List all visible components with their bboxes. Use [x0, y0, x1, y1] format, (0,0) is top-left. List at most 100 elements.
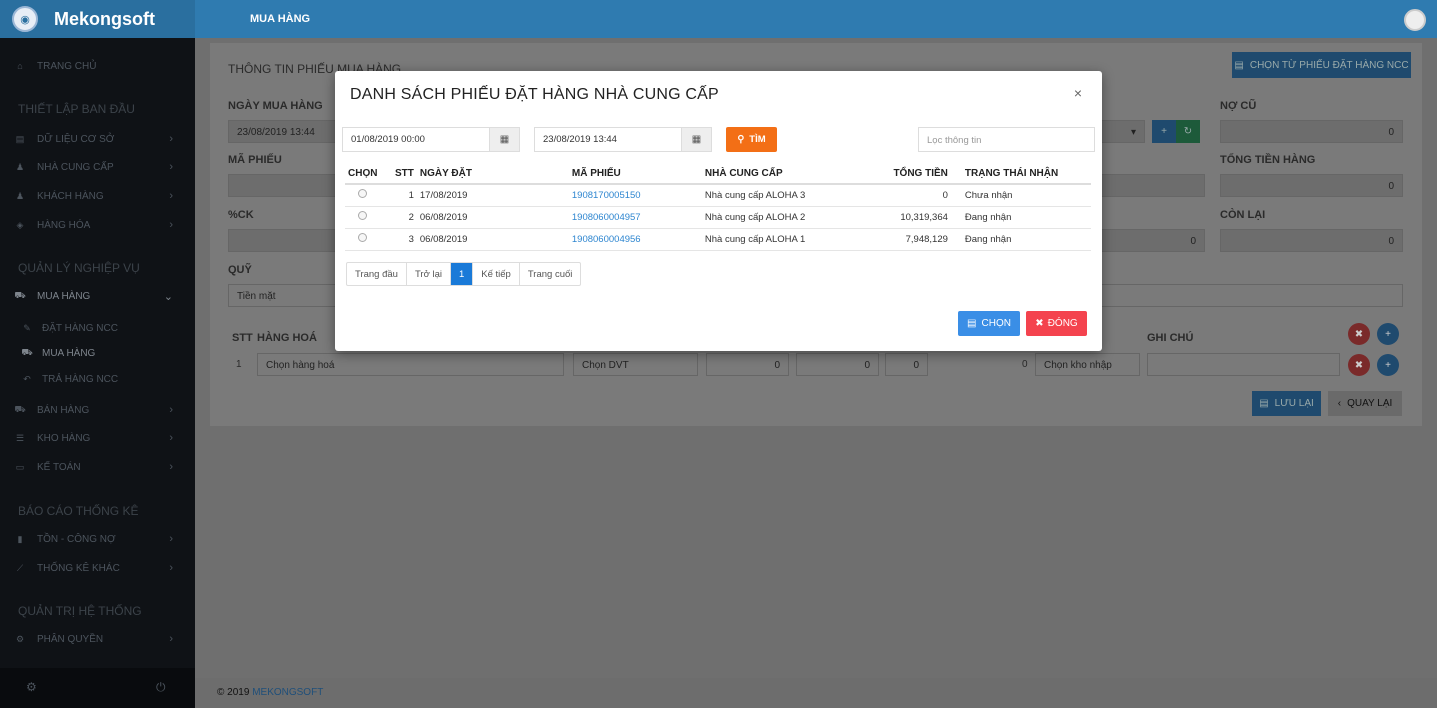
logo-icon: ◉: [12, 6, 38, 32]
ngay-mua-hang-label: NGÀY MUA HÀNG: [228, 100, 323, 112]
row-nha-cung-cap: Nhà cung cấp ALOHA 2: [701, 206, 852, 229]
row-radio[interactable]: [358, 233, 367, 242]
filter-input[interactable]: Lọc thông tin: [918, 127, 1095, 152]
refresh-supplier-button[interactable]: ↻: [1176, 120, 1200, 143]
ghi-chu-field[interactable]: [1147, 353, 1340, 376]
sidebar-item-label: TỒN - CÔNG NỢ: [37, 533, 116, 545]
plus-icon: +: [1161, 126, 1167, 137]
sidebar-item-nha-cung-cap[interactable]: ♟ NHÀ CUNG CẤP ›: [0, 157, 195, 177]
no-cu-field[interactable]: 0: [1220, 120, 1403, 143]
kho-select[interactable]: Chọn kho nhập: [1035, 353, 1140, 376]
sidebar-item-label: HÀNG HÓA: [37, 219, 91, 231]
sidebar-footer: ⚙ ⏻: [0, 668, 195, 708]
page-prev[interactable]: Trở lại: [407, 263, 451, 285]
row-radio[interactable]: [358, 211, 367, 220]
sidebar: ⌂ TRANG CHỦ THIẾT LẬP BAN ĐẦU ▤ DỮ LIỆU CƠ…: [0, 38, 195, 708]
ngay-mua-hang-field[interactable]: 23/08/2019 13:44: [228, 120, 338, 143]
row-tong-tien: 7,948,129: [851, 228, 951, 251]
calendar-icon[interactable]: ▦: [489, 128, 519, 151]
delete-all-button[interactable]: ✖: [1348, 323, 1370, 345]
from-date-picker[interactable]: 01/08/2019 00:00 ▦: [342, 127, 520, 152]
col-trang-thai: TRẠNG THÁI NHẬN: [950, 164, 1091, 185]
no-cu-label: NỢ CŨ: [1220, 100, 1257, 112]
sidebar-item-tra-hang-ncc[interactable]: ↶ TRẢ HÀNG NCC: [0, 369, 195, 389]
from-date-value[interactable]: 01/08/2019 00:00: [343, 134, 489, 145]
row-ma-phieu-link[interactable]: 1908060004957: [568, 206, 702, 229]
sidebar-item-kho-hang[interactable]: ☰ KHO HÀNG ›: [0, 428, 195, 448]
con-lai-field[interactable]: 0: [1220, 229, 1403, 252]
sidebar-item-dat-hang-ncc[interactable]: ✎ ĐẶT HÀNG NCC: [0, 318, 195, 338]
home-icon: ⌂: [17, 61, 23, 71]
close-button[interactable]: ✖ ĐÓNG: [1026, 311, 1087, 336]
add-row-button-2[interactable]: +: [1377, 354, 1399, 376]
settings-icon[interactable]: ⚙: [26, 680, 37, 694]
row-ngay-dat: 06/08/2019: [416, 228, 569, 251]
delete-row-button[interactable]: ✖: [1348, 354, 1370, 376]
company-link[interactable]: MEKONGSOFT: [252, 687, 323, 698]
sidebar-item-mua-hang-sub[interactable]: ⛟ MUA HÀNG: [0, 343, 195, 363]
list-icon: ☰: [15, 432, 25, 443]
ma-phieu-field[interactable]: [228, 174, 338, 197]
sidebar-item-ban-hang[interactable]: ⛟ BÁN HÀNG ›: [0, 400, 195, 420]
brand[interactable]: ◉ Mekongsoft: [0, 0, 195, 38]
mid-field-1[interactable]: [1090, 174, 1205, 197]
page-last[interactable]: Trang cuối: [520, 263, 581, 285]
sidebar-item-ton-cong-no[interactable]: ▮ TỒN - CÔNG NỢ ›: [0, 529, 195, 549]
price-field[interactable]: 0: [796, 353, 879, 376]
row-total: 0: [1022, 359, 1028, 370]
row-ma-phieu-link[interactable]: 1908060004956: [568, 228, 702, 251]
table-row[interactable]: 2 06/08/2019 1908060004957 Nhà cung cấp …: [345, 206, 1091, 229]
close-icon[interactable]: ×: [1074, 85, 1082, 101]
file-icon: ▤: [1234, 59, 1244, 71]
to-date-picker[interactable]: 23/08/2019 13:44 ▦: [534, 127, 712, 152]
to-date-value[interactable]: 23/08/2019 13:44: [535, 134, 681, 145]
chevron-right-icon: ›: [169, 533, 173, 545]
power-icon[interactable]: ⏻: [156, 680, 166, 695]
mid-field-2[interactable]: 0: [1090, 229, 1205, 252]
back-button[interactable]: ‹ QUAY LẠI: [1328, 391, 1402, 416]
back-label: QUAY LẠI: [1347, 398, 1393, 409]
sidebar-item-phan-quyen[interactable]: ⚙ PHÂN QUYỀN ›: [0, 629, 195, 649]
sidebar-item-label: ĐẶT HÀNG NCC: [42, 322, 118, 334]
table-row[interactable]: 3 06/08/2019 1908060004956 Nhà cung cấp …: [345, 228, 1091, 251]
discount-field[interactable]: 0: [885, 353, 928, 376]
group-icon: ♟: [15, 190, 25, 201]
row-trang-thai: Chưa nhận: [950, 184, 1091, 207]
add-row-button[interactable]: +: [1377, 323, 1399, 345]
row-ngay-dat: 06/08/2019: [416, 206, 569, 229]
save-button[interactable]: ▤ LƯU LẠI: [1252, 391, 1321, 416]
calendar-icon[interactable]: ▦: [681, 128, 711, 151]
page-next[interactable]: Kế tiếp: [473, 263, 520, 285]
row-radio[interactable]: [358, 189, 367, 199]
search-icon: ⚲: [737, 134, 745, 145]
avatar[interactable]: [1404, 9, 1426, 31]
dvt-select[interactable]: Chọn DVT: [573, 353, 698, 376]
sidebar-item-trang-chu[interactable]: ⌂ TRANG CHỦ: [0, 56, 195, 76]
sidebar-item-khach-hang[interactable]: ♟ KHÁCH HÀNG ›: [0, 186, 195, 206]
modal-title: DANH SÁCH PHIẾU ĐẶT HÀNG NHÀ CUNG CẤP: [350, 86, 719, 103]
add-supplier-button[interactable]: +: [1152, 120, 1176, 143]
choose-button[interactable]: ▤ CHỌN: [958, 311, 1020, 336]
sidebar-item-hang-hoa[interactable]: ◈ HÀNG HÓA ›: [0, 215, 195, 235]
sidebar-item-mua-hang[interactable]: ⛟ MUA HÀNG ⌄: [0, 286, 195, 306]
tong-tien-hang-field[interactable]: 0: [1220, 174, 1403, 197]
row-ma-phieu-link[interactable]: 1908170005150: [568, 184, 702, 207]
page-first[interactable]: Trang đầu: [347, 263, 407, 285]
quantity-field[interactable]: 0: [706, 353, 789, 376]
sidebar-item-thong-ke-khac[interactable]: ⟋ THỐNG KÊ KHÁC ›: [0, 558, 195, 578]
choose-order-button[interactable]: ▤ CHỌN TỪ PHIẾU ĐẶT HÀNG NCC: [1232, 52, 1411, 78]
page-current[interactable]: 1: [450, 263, 474, 285]
chevron-down-icon: ⌄: [163, 290, 173, 303]
ghi-chu-header: GHI CHÚ: [1147, 332, 1194, 344]
search-button[interactable]: ⚲ TÌM: [726, 127, 777, 152]
row-tong-tien: 10,319,364: [851, 206, 951, 229]
sidebar-item-du-lieu-co-so[interactable]: ▤ DỮ LIỆU CƠ SỞ ›: [0, 129, 195, 149]
row-stt: 2: [392, 206, 417, 229]
hang-hoa-select[interactable]: Chọn hàng hoá: [257, 353, 564, 376]
ck-field[interactable]: [228, 229, 338, 252]
sidebar-item-ke-toan[interactable]: ▭ KẾ TOÁN ›: [0, 457, 195, 477]
chevron-left-icon: ‹: [1337, 398, 1342, 409]
table-row[interactable]: 1 17/08/2019 1908170005150 Nhà cung cấp …: [345, 184, 1091, 207]
page-title: MUA HÀNG: [250, 13, 311, 25]
undo-icon: ↶: [23, 373, 31, 384]
